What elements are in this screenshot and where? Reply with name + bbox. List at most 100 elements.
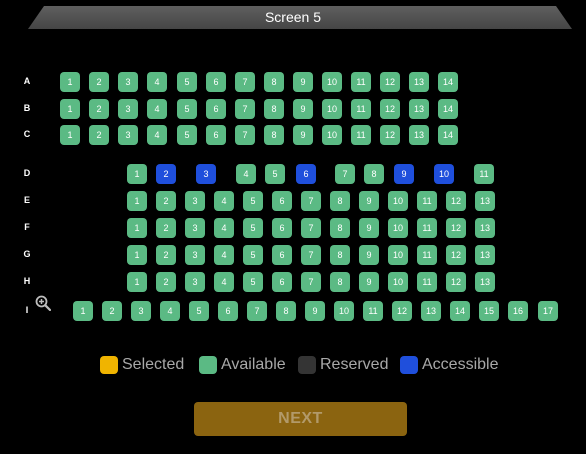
- seat-i-4[interactable]: 4: [160, 301, 180, 321]
- seat-a-13[interactable]: 13: [409, 72, 429, 92]
- seat-e-5[interactable]: 5: [243, 191, 263, 211]
- seat-a-4[interactable]: 4: [147, 72, 167, 92]
- seat-c-8[interactable]: 8: [264, 125, 284, 145]
- seat-d-6[interactable]: 6: [296, 164, 316, 184]
- seat-b-14[interactable]: 14: [438, 99, 458, 119]
- seat-a-3[interactable]: 3: [118, 72, 138, 92]
- seat-h-3[interactable]: 3: [185, 272, 205, 292]
- seat-e-11[interactable]: 11: [417, 191, 437, 211]
- seat-g-1[interactable]: 1: [127, 245, 147, 265]
- seat-c-10[interactable]: 10: [322, 125, 342, 145]
- seat-e-8[interactable]: 8: [330, 191, 350, 211]
- seat-g-3[interactable]: 3: [185, 245, 205, 265]
- seat-i-8[interactable]: 8: [276, 301, 296, 321]
- seat-b-10[interactable]: 10: [322, 99, 342, 119]
- seat-i-12[interactable]: 12: [392, 301, 412, 321]
- seat-g-8[interactable]: 8: [330, 245, 350, 265]
- seat-b-5[interactable]: 5: [177, 99, 197, 119]
- seat-d-4[interactable]: 4: [236, 164, 256, 184]
- seat-i-10[interactable]: 10: [334, 301, 354, 321]
- seat-a-6[interactable]: 6: [206, 72, 226, 92]
- seat-e-9[interactable]: 9: [359, 191, 379, 211]
- seat-f-9[interactable]: 9: [359, 218, 379, 238]
- seat-a-2[interactable]: 2: [89, 72, 109, 92]
- seat-h-11[interactable]: 11: [417, 272, 437, 292]
- seat-i-1[interactable]: 1: [73, 301, 93, 321]
- seat-f-10[interactable]: 10: [388, 218, 408, 238]
- seat-a-9[interactable]: 9: [293, 72, 313, 92]
- seat-b-11[interactable]: 11: [351, 99, 371, 119]
- seat-a-7[interactable]: 7: [235, 72, 255, 92]
- seat-f-6[interactable]: 6: [272, 218, 292, 238]
- seat-b-9[interactable]: 9: [293, 99, 313, 119]
- seat-c-3[interactable]: 3: [118, 125, 138, 145]
- seat-i-13[interactable]: 13: [421, 301, 441, 321]
- seat-g-10[interactable]: 10: [388, 245, 408, 265]
- seat-b-12[interactable]: 12: [380, 99, 400, 119]
- seat-h-4[interactable]: 4: [214, 272, 234, 292]
- seat-c-12[interactable]: 12: [380, 125, 400, 145]
- seat-b-4[interactable]: 4: [147, 99, 167, 119]
- seat-d-10[interactable]: 10: [434, 164, 454, 184]
- seat-f-7[interactable]: 7: [301, 218, 321, 238]
- seat-b-13[interactable]: 13: [409, 99, 429, 119]
- seat-a-8[interactable]: 8: [264, 72, 284, 92]
- seat-a-12[interactable]: 12: [380, 72, 400, 92]
- seat-i-2[interactable]: 2: [102, 301, 122, 321]
- seat-f-1[interactable]: 1: [127, 218, 147, 238]
- seat-h-12[interactable]: 12: [446, 272, 466, 292]
- seat-h-2[interactable]: 2: [156, 272, 176, 292]
- seat-d-3[interactable]: 3: [196, 164, 216, 184]
- seat-f-3[interactable]: 3: [185, 218, 205, 238]
- seat-h-9[interactable]: 9: [359, 272, 379, 292]
- seat-c-14[interactable]: 14: [438, 125, 458, 145]
- seat-e-6[interactable]: 6: [272, 191, 292, 211]
- seat-g-13[interactable]: 13: [475, 245, 495, 265]
- seat-e-13[interactable]: 13: [475, 191, 495, 211]
- seat-c-4[interactable]: 4: [147, 125, 167, 145]
- seat-f-4[interactable]: 4: [214, 218, 234, 238]
- seat-c-9[interactable]: 9: [293, 125, 313, 145]
- seat-c-13[interactable]: 13: [409, 125, 429, 145]
- seat-e-4[interactable]: 4: [214, 191, 234, 211]
- seat-f-13[interactable]: 13: [475, 218, 495, 238]
- seat-e-1[interactable]: 1: [127, 191, 147, 211]
- seat-b-7[interactable]: 7: [235, 99, 255, 119]
- seat-h-13[interactable]: 13: [475, 272, 495, 292]
- seat-f-11[interactable]: 11: [417, 218, 437, 238]
- seat-c-2[interactable]: 2: [89, 125, 109, 145]
- seat-e-7[interactable]: 7: [301, 191, 321, 211]
- seat-g-7[interactable]: 7: [301, 245, 321, 265]
- seat-b-8[interactable]: 8: [264, 99, 284, 119]
- seat-e-2[interactable]: 2: [156, 191, 176, 211]
- seat-i-6[interactable]: 6: [218, 301, 238, 321]
- seat-d-2[interactable]: 2: [156, 164, 176, 184]
- seat-i-5[interactable]: 5: [189, 301, 209, 321]
- seat-c-11[interactable]: 11: [351, 125, 371, 145]
- seat-h-8[interactable]: 8: [330, 272, 350, 292]
- seat-c-7[interactable]: 7: [235, 125, 255, 145]
- seat-e-12[interactable]: 12: [446, 191, 466, 211]
- seat-g-2[interactable]: 2: [156, 245, 176, 265]
- seat-f-8[interactable]: 8: [330, 218, 350, 238]
- seat-f-5[interactable]: 5: [243, 218, 263, 238]
- seat-d-1[interactable]: 1: [127, 164, 147, 184]
- seat-g-12[interactable]: 12: [446, 245, 466, 265]
- seat-h-1[interactable]: 1: [127, 272, 147, 292]
- seat-i-15[interactable]: 15: [479, 301, 499, 321]
- seat-i-3[interactable]: 3: [131, 301, 151, 321]
- seat-c-1[interactable]: 1: [60, 125, 80, 145]
- seat-i-7[interactable]: 7: [247, 301, 267, 321]
- seat-g-6[interactable]: 6: [272, 245, 292, 265]
- seat-a-14[interactable]: 14: [438, 72, 458, 92]
- seat-i-16[interactable]: 16: [508, 301, 528, 321]
- seat-i-11[interactable]: 11: [363, 301, 383, 321]
- seat-c-6[interactable]: 6: [206, 125, 226, 145]
- seat-a-1[interactable]: 1: [60, 72, 80, 92]
- seat-b-1[interactable]: 1: [60, 99, 80, 119]
- seat-b-3[interactable]: 3: [118, 99, 138, 119]
- seat-i-14[interactable]: 14: [450, 301, 470, 321]
- seat-b-6[interactable]: 6: [206, 99, 226, 119]
- next-button[interactable]: NEXT: [194, 402, 407, 436]
- seat-h-7[interactable]: 7: [301, 272, 321, 292]
